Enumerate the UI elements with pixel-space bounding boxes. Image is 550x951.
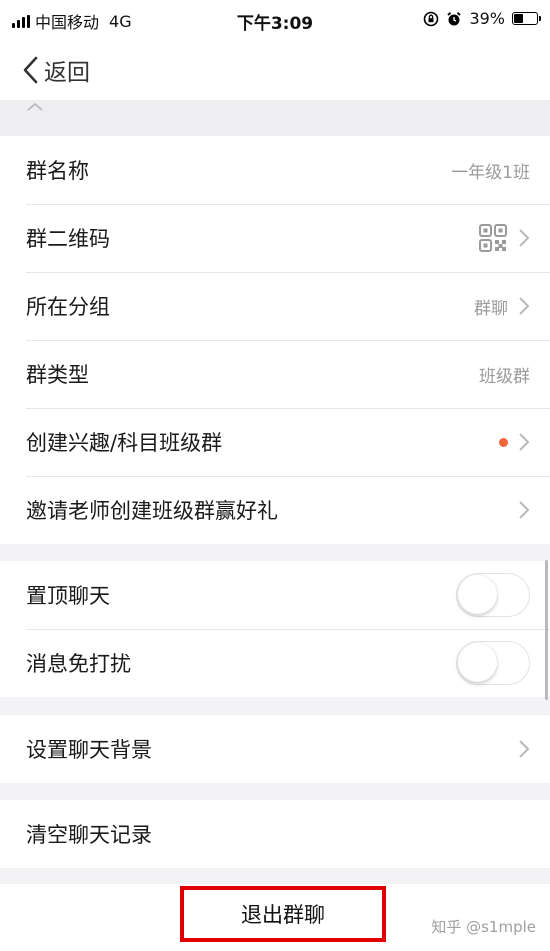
battery-icon bbox=[512, 12, 541, 25]
scrollbar[interactable] bbox=[545, 560, 548, 700]
chevron-right-icon bbox=[519, 433, 530, 451]
group-info-section: 群名称 一年级1班 群二维码 所在分组 群聊 群类型 班级群 创建兴趣/科目班级… bbox=[0, 136, 550, 544]
row-label: 群名称 bbox=[26, 159, 89, 183]
chevron-up-icon[interactable] bbox=[26, 102, 44, 112]
back-button[interactable]: 返回 bbox=[22, 53, 90, 87]
do-not-disturb-row: 消息免打扰 bbox=[0, 629, 550, 697]
status-bar: 中国移动 4G 下午3:09 39% bbox=[0, 0, 550, 40]
do-not-disturb-toggle[interactable] bbox=[456, 641, 530, 685]
chevron-left-icon bbox=[23, 56, 38, 84]
clear-chat-history-row[interactable]: 清空聊天记录 bbox=[0, 800, 550, 868]
chat-background-section: 设置聊天背景 bbox=[0, 715, 550, 783]
nav-bar: 返回 bbox=[0, 40, 550, 100]
chat-toggle-section: 置顶聊天 消息免打扰 bbox=[0, 561, 550, 697]
qr-code-icon bbox=[479, 224, 507, 252]
create-subject-class-group-row[interactable]: 创建兴趣/科目班级群 bbox=[0, 408, 550, 476]
set-chat-background-row[interactable]: 设置聊天背景 bbox=[0, 715, 550, 783]
row-label: 群类型 bbox=[26, 363, 89, 387]
notification-dot bbox=[499, 437, 508, 447]
chevron-right-icon bbox=[519, 740, 530, 758]
orientation-lock-icon bbox=[424, 11, 439, 26]
row-label: 邀请老师创建班级群赢好礼 bbox=[26, 499, 278, 523]
group-type-row[interactable]: 群类型 班级群 bbox=[0, 340, 550, 408]
row-label: 所在分组 bbox=[26, 295, 110, 319]
pin-chat-toggle[interactable] bbox=[456, 573, 530, 617]
exit-section: 退出群聊 知乎 @s1mple bbox=[0, 884, 550, 951]
chevron-right-icon bbox=[519, 229, 530, 247]
row-label: 创建兴趣/科目班级群 bbox=[26, 431, 223, 455]
alarm-icon bbox=[447, 11, 462, 25]
chevron-right-icon bbox=[519, 297, 530, 315]
group-qr-code-row[interactable]: 群二维码 bbox=[0, 204, 550, 272]
back-label: 返回 bbox=[44, 60, 90, 86]
group-name-value: 一年级1班 bbox=[451, 162, 530, 183]
watermark-text: 知乎 @s1mple bbox=[431, 918, 536, 936]
pin-chat-row: 置顶聊天 bbox=[0, 561, 550, 629]
row-label: 清空聊天记录 bbox=[26, 823, 152, 847]
status-bar-right: 39% bbox=[423, 9, 541, 28]
row-label: 群二维码 bbox=[26, 227, 110, 251]
group-category-value: 群聊 bbox=[474, 298, 508, 319]
row-label: 置顶聊天 bbox=[26, 584, 110, 608]
collapse-strip[interactable] bbox=[0, 100, 550, 136]
group-category-row[interactable]: 所在分组 群聊 bbox=[0, 272, 550, 340]
row-label: 消息免打扰 bbox=[26, 652, 131, 676]
group-name-row[interactable]: 群名称 一年级1班 bbox=[0, 136, 550, 204]
group-type-value: 班级群 bbox=[479, 366, 530, 387]
chevron-right-icon bbox=[519, 501, 530, 519]
row-label: 设置聊天背景 bbox=[26, 738, 152, 762]
exit-group-button[interactable]: 退出群聊 bbox=[180, 886, 386, 942]
invite-teacher-row[interactable]: 邀请老师创建班级群赢好礼 bbox=[0, 476, 550, 544]
clear-history-section: 清空聊天记录 bbox=[0, 800, 550, 868]
battery-percent: 39% bbox=[469, 9, 505, 28]
